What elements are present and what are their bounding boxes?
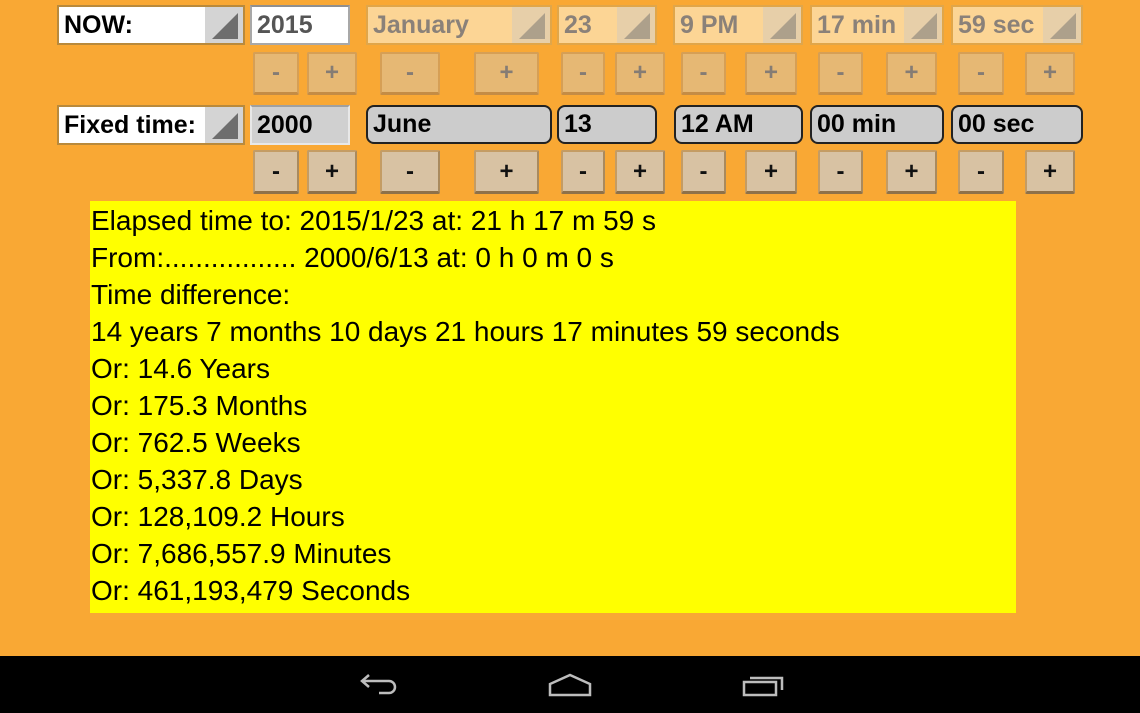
now-second-dropdown[interactable]: 59 sec bbox=[951, 5, 1083, 45]
now-month-value: January bbox=[373, 10, 469, 39]
now-year-plus-button[interactable]: + bbox=[307, 52, 357, 95]
fixed-day-minus-button[interactable]: - bbox=[561, 150, 605, 194]
now-mode-dropdown[interactable]: NOW: bbox=[57, 5, 245, 45]
dropdown-arrow-icon bbox=[904, 7, 942, 43]
now-day-value: 23 bbox=[564, 10, 592, 39]
back-icon bbox=[360, 673, 397, 694]
now-hour-dropdown[interactable]: 9 PM bbox=[673, 5, 803, 45]
now-minute-plus-button[interactable]: + bbox=[886, 52, 937, 95]
difference-breakdown: 14 years 7 months 10 days 21 hours 17 mi… bbox=[91, 316, 840, 347]
from-line: From:................. 2000/6/13 at: 0 h… bbox=[91, 242, 614, 273]
now-day-minus-button[interactable]: - bbox=[561, 52, 605, 95]
now-hour-value: 9 PM bbox=[680, 10, 739, 39]
fixed-second-dropdown[interactable]: 00 sec bbox=[951, 105, 1083, 144]
fixed-hour-value: 12 AM bbox=[681, 110, 754, 138]
dropdown-arrow-icon bbox=[205, 7, 243, 43]
fixed-second-plus-button[interactable]: + bbox=[1025, 150, 1075, 194]
now-day-plus-button[interactable]: + bbox=[615, 52, 665, 95]
now-minute-dropdown[interactable]: 17 min bbox=[810, 5, 944, 45]
recent-apps-button[interactable] bbox=[713, 656, 813, 713]
fixed-minute-value: 00 min bbox=[817, 110, 897, 138]
recent-apps-icon bbox=[742, 676, 784, 696]
now-year-field[interactable]: 2015 bbox=[250, 5, 350, 45]
fixed-minute-minus-button[interactable]: - bbox=[818, 150, 863, 194]
now-second-plus-button[interactable]: + bbox=[1025, 52, 1075, 95]
system-navigation-bar bbox=[0, 656, 1140, 713]
now-month-minus-button[interactable]: - bbox=[380, 52, 440, 95]
elapsed-to-line: Elapsed time to: 2015/1/23 at: 21 h 17 m… bbox=[91, 205, 657, 236]
fixed-hour-dropdown[interactable]: 12 AM bbox=[674, 105, 803, 144]
fixed-year-plus-button[interactable]: + bbox=[307, 150, 357, 194]
dropdown-arrow-icon bbox=[205, 107, 243, 143]
fixed-month-plus-button[interactable]: + bbox=[474, 150, 539, 194]
dropdown-arrow-icon bbox=[617, 7, 655, 43]
now-label: NOW: bbox=[64, 10, 133, 39]
total-weeks: Or: 762.5 Weeks bbox=[91, 427, 301, 458]
total-hours: Or: 128,109.2 Hours bbox=[91, 501, 345, 532]
now-month-dropdown[interactable]: January bbox=[366, 5, 552, 45]
now-day-dropdown[interactable]: 23 bbox=[557, 5, 657, 45]
fixed-day-value: 13 bbox=[564, 110, 592, 138]
now-hour-minus-button[interactable]: - bbox=[681, 52, 726, 95]
fixed-minute-plus-button[interactable]: + bbox=[886, 150, 937, 194]
fixed-month-minus-button[interactable]: - bbox=[380, 150, 440, 194]
fixed-second-minus-button[interactable]: - bbox=[958, 150, 1004, 194]
total-minutes: Or: 7,686,557.9 Minutes bbox=[91, 538, 392, 569]
now-year-value: 2015 bbox=[257, 10, 313, 39]
total-seconds: Or: 461,193,479 Seconds bbox=[91, 575, 411, 606]
fixed-year-minus-button[interactable]: - bbox=[253, 150, 299, 194]
results-panel: Elapsed time to: 2015/1/23 at: 21 h 17 m… bbox=[90, 201, 1016, 613]
dropdown-arrow-icon bbox=[1043, 7, 1081, 43]
now-hour-plus-button[interactable]: + bbox=[745, 52, 797, 95]
fixed-month-value: June bbox=[373, 110, 432, 138]
fixed-day-dropdown[interactable]: 13 bbox=[557, 105, 657, 144]
fixed-second-value: 00 sec bbox=[958, 110, 1035, 138]
now-year-minus-button[interactable]: - bbox=[253, 52, 299, 95]
total-days: Or: 5,337.8 Days bbox=[91, 464, 303, 495]
total-years: Or: 14.6 Years bbox=[91, 353, 271, 384]
fixed-month-dropdown[interactable]: June bbox=[366, 105, 552, 144]
now-month-plus-button[interactable]: + bbox=[474, 52, 539, 95]
dropdown-arrow-icon bbox=[763, 7, 801, 43]
now-second-value: 59 sec bbox=[958, 10, 1035, 39]
home-icon bbox=[548, 673, 592, 696]
fixed-year-value: 2000 bbox=[257, 110, 313, 139]
now-minute-minus-button[interactable]: - bbox=[818, 52, 863, 95]
fixed-hour-minus-button[interactable]: - bbox=[681, 150, 726, 194]
now-minute-value: 17 min bbox=[817, 10, 897, 39]
fixed-minute-dropdown[interactable]: 00 min bbox=[810, 105, 944, 144]
fixed-day-plus-button[interactable]: + bbox=[615, 150, 665, 194]
total-months: Or: 175.3 Months bbox=[91, 390, 308, 421]
time-difference-heading: Time difference: bbox=[91, 279, 291, 310]
now-second-minus-button[interactable]: - bbox=[958, 52, 1004, 95]
fixed-hour-plus-button[interactable]: + bbox=[745, 150, 797, 194]
fixed-label: Fixed time: bbox=[64, 110, 196, 139]
home-button[interactable] bbox=[520, 656, 620, 713]
fixed-mode-dropdown[interactable]: Fixed time: bbox=[57, 105, 245, 145]
dropdown-arrow-icon bbox=[512, 7, 550, 43]
back-button[interactable] bbox=[328, 656, 428, 713]
fixed-year-field[interactable]: 2000 bbox=[250, 105, 350, 145]
